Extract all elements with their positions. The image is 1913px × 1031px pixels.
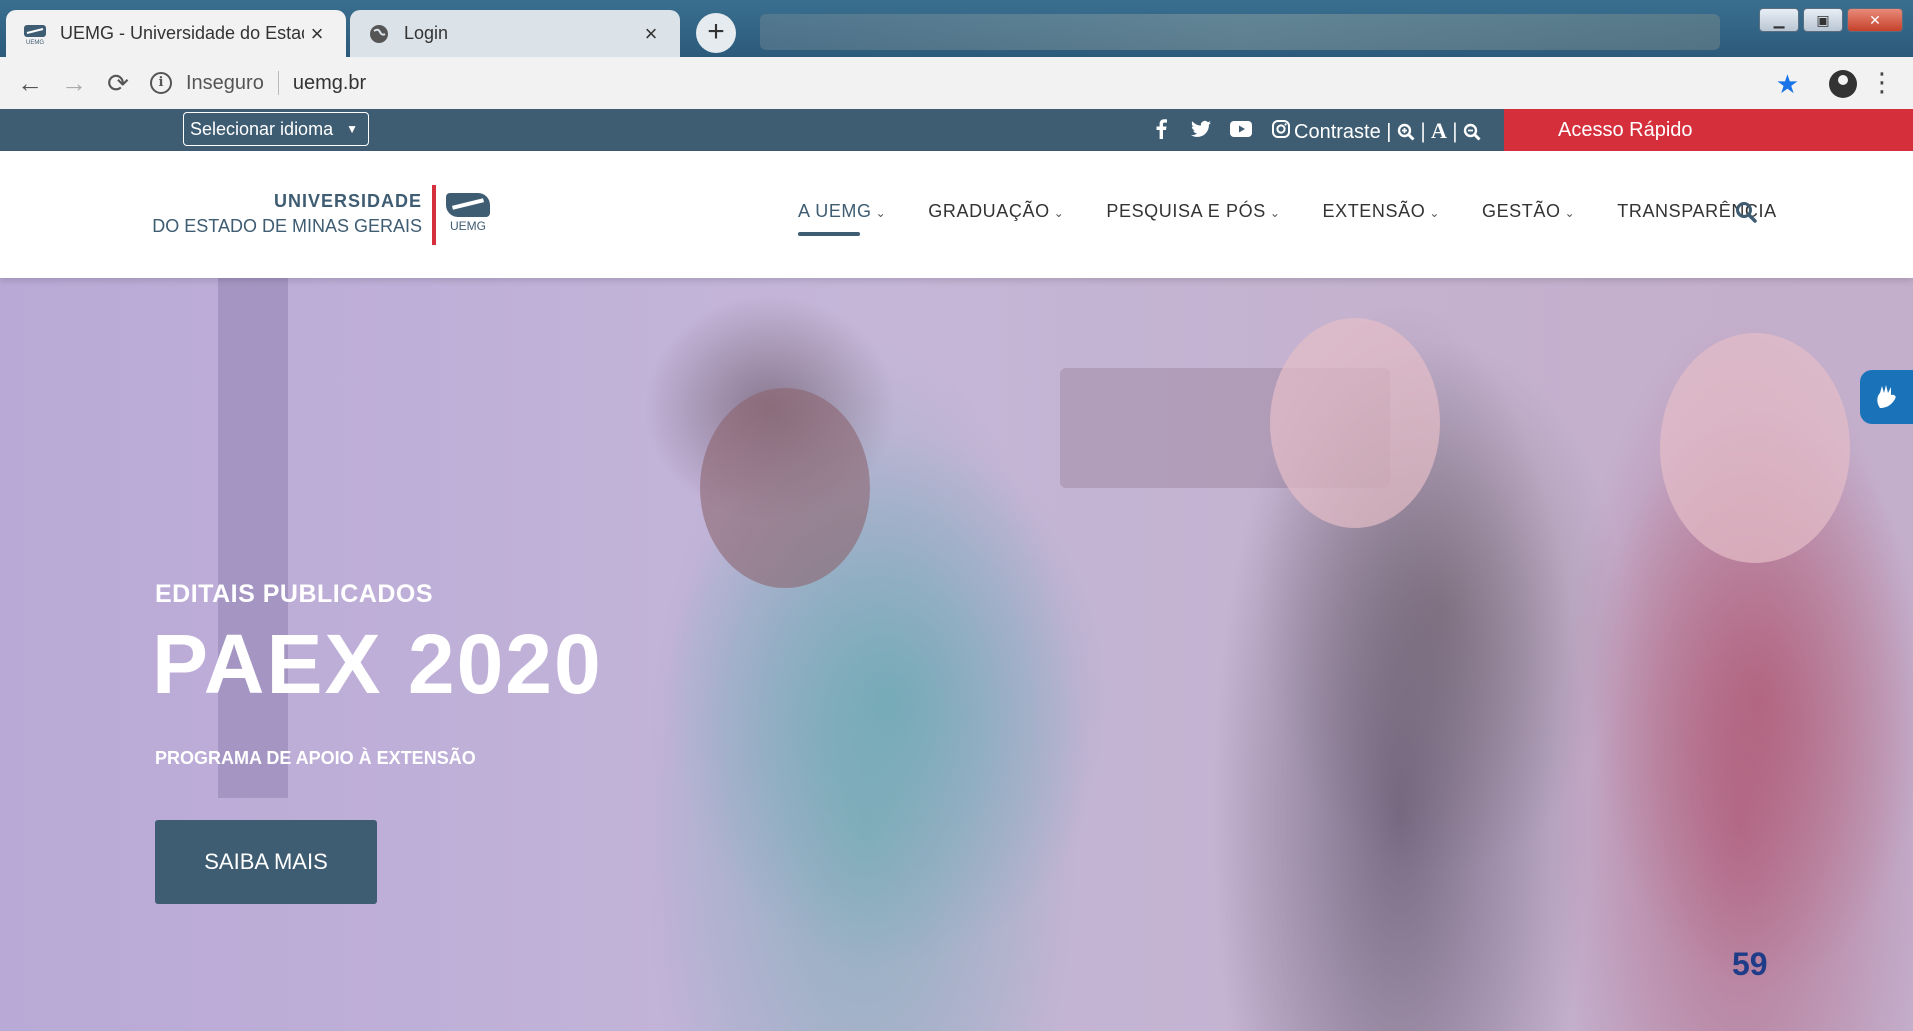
address-bar[interactable]: i Inseguro uemg.br [150,63,1790,103]
close-tab-icon[interactable]: × [304,21,330,47]
url-text[interactable]: uemg.br [293,72,366,95]
language-select[interactable]: Selecionar idioma ▼ [183,112,369,146]
hero-title: PAEX 2020 [152,617,603,711]
nav-label: A UEMG [798,201,872,221]
quick-access-button[interactable]: Acesso Rápido [1504,109,1913,151]
hero-photo-face [700,388,870,588]
hero-subtitle: PROGRAMA DE APOIO À EXTENSÃO [155,748,476,768]
language-select-label: Selecionar idioma [190,119,334,139]
logo-emblem [446,193,490,217]
twitter-icon[interactable] [1190,118,1212,140]
caret-down-icon: ▼ [346,122,358,136]
contrast-link[interactable]: Contraste | [1294,121,1391,143]
logo-line2: DO ESTADO DE MINAS GERAIS [152,216,422,236]
minimize-icon[interactable]: ▁ [1759,8,1799,32]
zoom-in-icon[interactable] [1397,121,1421,143]
tab-title: Login [404,23,449,43]
font-size-button[interactable]: A [1431,118,1447,143]
browser-toolbar: ← → ⟳ i Inseguro uemg.br ★ ⋮ [0,57,1913,109]
saiba-mais-button[interactable]: SAIBA MAIS [155,820,377,904]
uemg-logo-icon[interactable]: UEMG [446,193,490,233]
vlibras-hands-icon[interactable] [1860,370,1913,424]
logo-mark-text: UEMG [450,219,486,233]
new-tab-button[interactable]: + [696,13,736,53]
bookmark-star-icon[interactable]: ★ [1776,69,1799,100]
close-window-icon[interactable]: ✕ [1847,8,1903,32]
logo-line1: UNIVERSIDADE [273,191,422,211]
divider [277,71,279,95]
hero-photo-face [1660,333,1850,563]
site-header: UNIVERSIDADE DO ESTADO DE MINAS GERAIS U… [0,151,1913,278]
hero-photo-background [218,278,288,798]
chevron-down-icon: ⌄ [875,206,887,220]
window-controls: ▁ ▣ ✕ [1759,8,1903,32]
slide-number: 59 [1732,946,1768,982]
forward-icon[interactable]: → [52,68,96,99]
separator: | [1420,118,1426,143]
nav-item-extensao[interactable]: EXTENSÃO ⌄ [1322,201,1439,222]
zoom-out-icon[interactable] [1463,121,1481,143]
nav-item-a-uemg[interactable]: A UEMG ⌄ [798,201,887,236]
profile-icon[interactable] [1829,70,1857,98]
tab-login[interactable]: Login × [350,10,680,57]
nav-label: PESQUISA E PÓS [1106,201,1266,221]
facebook-icon[interactable] [1150,118,1172,140]
hero-photo-face [1270,318,1440,528]
svg-text:UEMG: UEMG [26,40,44,45]
nav-label: GESTÃO [1481,201,1561,221]
chevron-down-icon: ⌄ [1429,206,1440,220]
background-tabs [760,14,1720,50]
hero-banner: EDITAIS PUBLICADOS PAEX 2020 PROGRAMA DE… [0,278,1913,1031]
uemg-favicon-icon: UEMG [22,23,48,45]
nav-label: EXTENSÃO [1322,201,1426,221]
youtube-icon[interactable] [1230,118,1252,140]
close-tab-icon[interactable]: × [638,21,664,47]
reload-icon[interactable]: ⟳ [96,68,140,99]
hero-kicker: EDITAIS PUBLICADOS [155,580,433,608]
menu-icon[interactable]: ⋮ [1869,67,1895,97]
nav-label: GRADUAÇÃO [928,201,1050,221]
browser-tabstrip: UEMG UEMG - Universidade do Estado × Log… [0,0,1913,57]
nav-item-graduacao[interactable]: GRADUAÇÃO ⌄ [928,201,1064,222]
social-links [1150,118,1292,140]
site-topbar: Selecionar idioma ▼ Contraste | | A | Ac… [0,109,1913,151]
nav-item-pesquisa-e-pos[interactable]: PESQUISA E PÓS ⌄ [1106,201,1280,222]
chevron-down-icon: ⌄ [1564,206,1576,220]
chevron-down-icon: ⌄ [1053,206,1065,220]
separator: | [1452,118,1458,143]
hero-photo-student [640,338,1090,1031]
nav-item-gestao[interactable]: GESTÃO ⌄ [1482,201,1575,222]
main-nav: A UEMG ⌄ GRADUAÇÃO ⌄ PESQUISA E PÓS ⌄ EXTEN… [798,201,1819,236]
back-icon[interactable]: ← [8,68,52,99]
tab-uemg[interactable]: UEMG UEMG - Universidade do Estado × [6,10,346,57]
security-label: Inseguro [186,71,264,94]
info-icon[interactable]: i [150,72,172,94]
globe-icon [366,23,392,45]
accessibility-controls: Contraste | | A | [1294,118,1481,144]
search-icon[interactable] [1735,201,1757,223]
maximize-icon[interactable]: ▣ [1803,8,1843,32]
instagram-icon[interactable] [1270,118,1292,140]
chevron-down-icon: ⌄ [1269,206,1281,220]
logo-divider [432,185,436,245]
logo-text[interactable]: UNIVERSIDADE DO ESTADO DE MINAS GERAIS [152,191,422,237]
tab-title: UEMG - Universidade do Estado [60,23,304,43]
